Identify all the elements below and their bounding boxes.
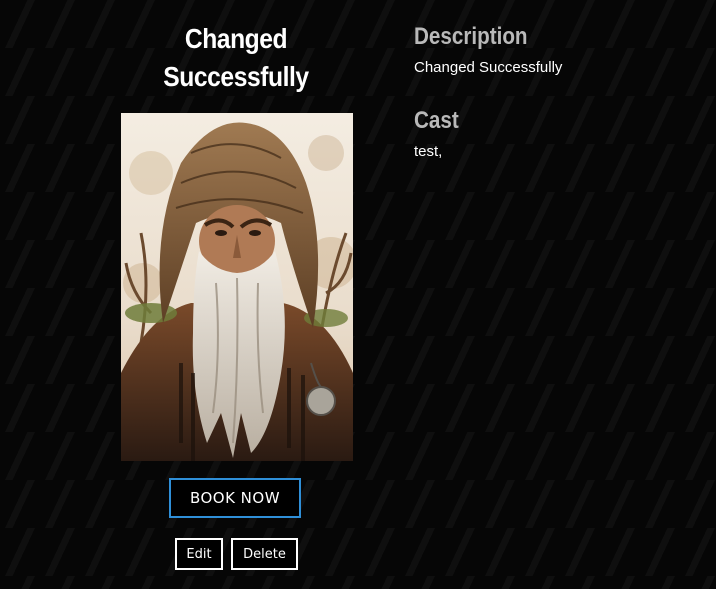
movie-details: Description Changed Successfully Cast te… — [414, 20, 704, 162]
description-text: Changed Successfully — [414, 59, 563, 76]
movie-poster — [121, 113, 353, 461]
cast-heading: Cast — [414, 107, 459, 134]
movie-title: Changed Successfully — [163, 23, 309, 92]
cast-text: test, — [414, 143, 443, 160]
movie-card: Changed Successfully BOOK NOW Edit Delet… — [110, 20, 362, 570]
description-heading: Description — [414, 23, 528, 50]
book-now-button[interactable]: BOOK NOW — [169, 478, 301, 518]
delete-button[interactable]: Delete — [231, 538, 298, 570]
edit-button[interactable]: Edit — [175, 538, 223, 570]
